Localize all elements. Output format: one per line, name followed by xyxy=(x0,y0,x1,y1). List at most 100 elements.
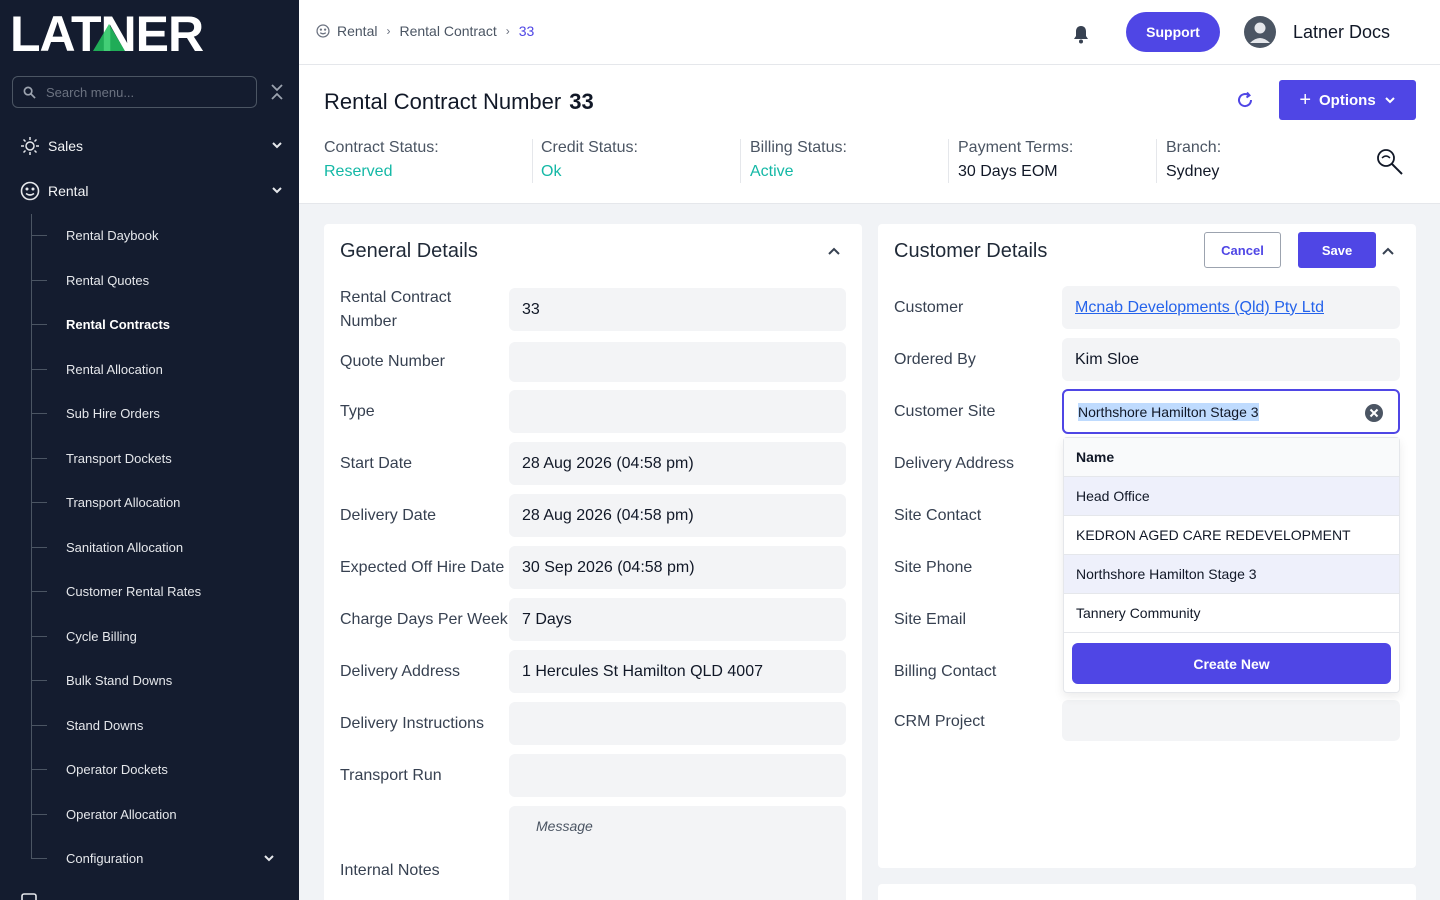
chevron-down-icon xyxy=(272,187,282,194)
stat-label: Credit Status: xyxy=(541,139,638,156)
sidebar-item-transport-allocation[interactable]: Transport Allocation xyxy=(31,487,291,517)
field-label: Delivery Address xyxy=(894,455,1015,472)
user-name[interactable]: Latner Docs xyxy=(1293,22,1390,43)
avatar[interactable] xyxy=(1244,16,1276,48)
charge-days-per-week-field[interactable]: 7 Days xyxy=(509,598,846,641)
chevron-down-icon xyxy=(1384,97,1395,104)
stat-branch: Branch: Sydney xyxy=(1156,139,1364,183)
page-title-label: Rental Contract Number xyxy=(324,89,562,114)
sidebar-item-sub-hire-orders[interactable]: Sub Hire Orders xyxy=(31,398,291,428)
crm-project-field[interactable] xyxy=(1062,700,1400,741)
chevron-up-icon[interactable] xyxy=(1381,245,1395,257)
sidebar-item-operator-allocation[interactable]: Operator Allocation xyxy=(31,799,291,829)
dropdown-option[interactable]: Head Office xyxy=(1064,477,1399,516)
dropdown-option[interactable]: Northshore Hamilton Stage 3 xyxy=(1064,555,1399,594)
bell-icon[interactable] xyxy=(1071,24,1091,44)
sidebar-item-label: Rental Contracts xyxy=(66,316,171,332)
stat-label: Payment Terms: xyxy=(958,139,1074,156)
ordered-by-field[interactable]: Kim Sloe xyxy=(1062,338,1400,381)
cancel-button[interactable]: Cancel xyxy=(1204,232,1281,268)
field-label: Transport Run xyxy=(340,767,442,784)
chevron-right-icon: › xyxy=(505,24,510,38)
customer-field[interactable]: Mcnab Developments (Qld) Pty Ltd xyxy=(1062,286,1400,329)
field-label: Delivery Address xyxy=(340,663,461,680)
sidebar-item-label: Sanitation Allocation xyxy=(66,539,184,555)
sidebar-item-label: Configuration xyxy=(66,850,144,866)
sidebar-section-rental[interactable]: Rental xyxy=(0,171,299,211)
delivery-address-field[interactable]: 1 Hercules St Hamilton QLD 4007 xyxy=(509,650,846,693)
field-label: Charge Days Per Week xyxy=(340,611,508,628)
quote-number-field[interactable] xyxy=(509,342,846,382)
options-button[interactable]: + Options xyxy=(1279,80,1416,120)
search-zoom-icon[interactable] xyxy=(1375,147,1405,177)
sidebar-item-sanitation-allocation[interactable]: Sanitation Allocation xyxy=(31,532,291,562)
field-label: Billing Contact xyxy=(894,663,997,680)
field-label: Rental Contract Number xyxy=(340,289,452,330)
stat-label: Contract Status: xyxy=(324,139,439,156)
sidebar-item-rental-contracts[interactable]: Rental Contracts xyxy=(31,309,291,339)
chevron-up-icon[interactable] xyxy=(827,245,841,257)
plus-icon: + xyxy=(1299,89,1311,111)
save-button[interactable]: Save xyxy=(1298,232,1376,268)
contract-number: 33 xyxy=(569,89,594,114)
general-details-title: General Details xyxy=(340,240,478,262)
internal-notes-textarea[interactable]: Message xyxy=(509,806,846,900)
customer-site-value: Northshore Hamilton Stage 3 xyxy=(1078,402,1259,421)
sidebar-section-label: Sales xyxy=(48,138,84,154)
breadcrumb-current: 33 xyxy=(518,23,535,39)
palette-icon xyxy=(316,24,330,38)
stat-value: Ok xyxy=(541,163,562,180)
refresh-icon[interactable] xyxy=(1235,90,1255,110)
sidebar-item-stand-downs[interactable]: Stand Downs xyxy=(31,710,291,740)
delivery-date-field[interactable]: 28 Aug 2026 (04:58 pm) xyxy=(509,494,846,537)
dropdown-option[interactable]: Tannery Community xyxy=(1064,594,1399,633)
sidebar-item-operator-dockets[interactable]: Operator Dockets xyxy=(31,754,291,784)
sidebar-item-configuration[interactable]: Configuration xyxy=(31,843,291,873)
create-new-button[interactable]: Create New xyxy=(1072,643,1391,684)
search-input[interactable] xyxy=(46,84,236,100)
options-label: Options xyxy=(1319,91,1376,109)
sidebar-search[interactable] xyxy=(12,76,257,108)
field-label: Site Contact xyxy=(894,507,982,524)
transport-run-field[interactable] xyxy=(509,754,846,797)
latner-logo[interactable]: LATNER xyxy=(10,10,280,56)
rental-contract-number-field[interactable]: 33 xyxy=(509,288,846,331)
sidebar-item-customer-rental-rates[interactable]: Customer Rental Rates xyxy=(31,576,291,606)
sidebar-item-bulk-stand-downs[interactable]: Bulk Stand Downs xyxy=(31,665,291,695)
field-label: Customer Site xyxy=(894,403,996,420)
collapse-sidebar-icon[interactable] xyxy=(268,82,286,102)
field-label: Quote Number xyxy=(340,353,445,370)
breadcrumb: Rental › Rental Contract › 33 xyxy=(316,23,534,39)
sidebar-item-rental-quotes[interactable]: Rental Quotes xyxy=(31,265,291,295)
delivery-instructions-field[interactable] xyxy=(509,702,846,745)
dropdown-option[interactable]: KEDRON AGED CARE REDEVELOPMENT xyxy=(1064,516,1399,555)
sidebar-item-rental-allocation[interactable]: Rental Allocation xyxy=(31,354,291,384)
sidebar-item-rental-daybook[interactable]: Rental Daybook xyxy=(31,220,291,250)
sidebar-item-label: Operator Dockets xyxy=(66,761,168,777)
sidebar-item-transport-dockets[interactable]: Transport Dockets xyxy=(31,443,291,473)
clear-icon[interactable] xyxy=(1364,403,1384,423)
stat-value: Sydney xyxy=(1166,163,1220,180)
customer-site-select[interactable]: Northshore Hamilton Stage 3 xyxy=(1062,389,1400,434)
stat-credit-status: Credit Status: Ok xyxy=(532,139,740,183)
sidebar-item-label: Operator Allocation xyxy=(66,806,177,822)
chevron-down-icon xyxy=(264,855,274,862)
sidebar-section-sales[interactable]: Sales xyxy=(0,126,299,166)
stat-value: Reserved xyxy=(324,163,393,180)
field-label: Site Phone xyxy=(894,559,973,576)
expected-off-hire-date-field[interactable]: 30 Sep 2026 (04:58 pm) xyxy=(509,546,846,589)
palette-icon xyxy=(20,181,40,201)
sidebar-item-label: Stand Downs xyxy=(66,717,144,733)
customer-link[interactable]: Mcnab Developments (Qld) Pty Ltd xyxy=(1075,299,1324,317)
breadcrumb-rental-contract[interactable]: Rental Contract xyxy=(399,23,496,39)
sidebar-item-cycle-billing[interactable]: Cycle Billing xyxy=(31,621,291,651)
field-label: Start Date xyxy=(340,455,413,472)
field-label: Delivery Date xyxy=(340,507,437,524)
start-date-field[interactable]: 28 Aug 2026 (04:58 pm) xyxy=(509,442,846,485)
breadcrumb-rental[interactable]: Rental xyxy=(337,23,377,39)
sidebar-item-label: Rental Daybook xyxy=(66,227,159,243)
support-button[interactable]: Support xyxy=(1126,12,1220,52)
type-field[interactable] xyxy=(509,390,846,433)
customer-details-title: Customer Details xyxy=(894,240,1048,262)
customer-site-dropdown: Name Head Office KEDRON AGED CARE REDEVE… xyxy=(1063,437,1400,693)
